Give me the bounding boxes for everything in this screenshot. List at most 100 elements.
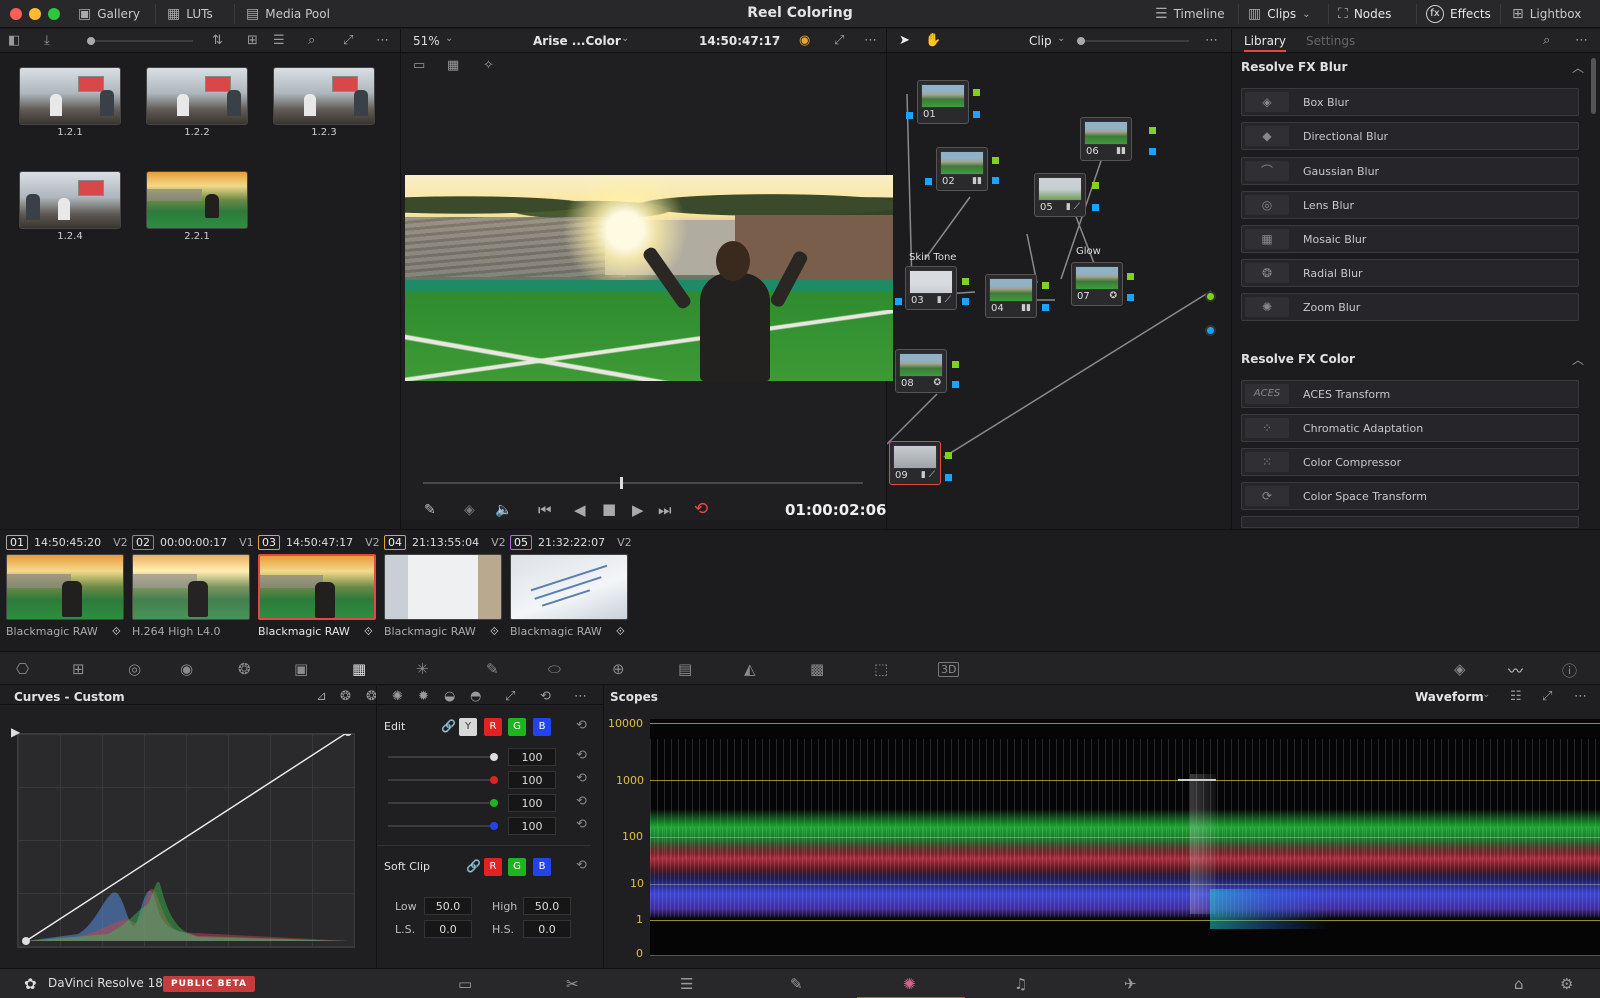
node-output-port[interactable] bbox=[962, 278, 969, 285]
node-key-port[interactable] bbox=[952, 381, 959, 388]
list-view-icon[interactable]: ☰ bbox=[273, 33, 285, 48]
gallery-still[interactable] bbox=[146, 171, 248, 229]
reset-icon[interactable]: ⟲ bbox=[576, 748, 587, 763]
home-icon[interactable]: ⌂ bbox=[1514, 975, 1524, 993]
blur-icon[interactable]: ◭ bbox=[744, 660, 756, 678]
zoom-window-button[interactable] bbox=[48, 8, 60, 20]
softclip-r-button[interactable]: R bbox=[484, 858, 502, 876]
tab-library[interactable]: Library bbox=[1244, 34, 1286, 52]
playhead[interactable] bbox=[620, 477, 623, 489]
window-icon[interactable]: ⬭ bbox=[548, 660, 561, 678]
deliver-page-icon[interactable]: ✈ bbox=[1124, 975, 1137, 993]
ls-value[interactable]: 0.0 bbox=[424, 920, 472, 938]
fx-item[interactable]: ⁙ Color Compressor bbox=[1241, 448, 1579, 476]
key-icon[interactable]: ▩ bbox=[810, 660, 824, 678]
more-options-icon[interactable]: ⋯ bbox=[376, 33, 389, 48]
volume-icon[interactable]: 🔈 bbox=[495, 502, 512, 518]
hue-vs-lum-icon[interactable]: ✺ bbox=[392, 689, 403, 704]
fx-item[interactable]: ⁘ Chromatic Adaptation bbox=[1241, 414, 1579, 442]
hue-vs-hue-icon[interactable]: ❂ bbox=[340, 689, 351, 704]
clip-link-icon[interactable]: ⟐ bbox=[364, 625, 373, 639]
scope-settings-icon[interactable]: ☷ bbox=[1510, 689, 1522, 704]
fx-item[interactable]: ▦ Mosaic Blur bbox=[1241, 225, 1579, 253]
lightbox-tab[interactable]: ⊞ Lightbox bbox=[1512, 4, 1581, 24]
y-intensity-slider[interactable] bbox=[388, 756, 496, 758]
luts-tab[interactable]: ▦ LUTs bbox=[167, 4, 213, 24]
chevron-down-icon[interactable]: ⌄ bbox=[445, 33, 453, 44]
fullscreen-icon[interactable]: ⤢ bbox=[834, 33, 844, 48]
fx-item[interactable]: ACES ACES Transform bbox=[1241, 380, 1579, 408]
camera-raw-icon[interactable]: ⎔ bbox=[16, 660, 29, 678]
chevron-down-icon[interactable]: ⌄ bbox=[1057, 33, 1065, 44]
motion-effects-icon[interactable]: ▣ bbox=[294, 660, 308, 678]
split-view-icon[interactable]: ▦ bbox=[447, 58, 459, 73]
node-zoom-slider[interactable] bbox=[1079, 40, 1189, 42]
fx-item[interactable]: ◆ Directional Blur bbox=[1241, 122, 1579, 150]
sort-icon[interactable]: ⇅ bbox=[212, 33, 223, 48]
search-icon[interactable]: ⌕ bbox=[308, 33, 315, 48]
clips-tab[interactable]: ▥ Clips ⌄ bbox=[1248, 4, 1311, 24]
node-output-port[interactable] bbox=[973, 89, 980, 96]
edit-page-icon[interactable]: ☰ bbox=[680, 975, 693, 993]
y-intensity-value[interactable]: 100 bbox=[508, 748, 556, 766]
curves-icon[interactable]: ▦ bbox=[352, 660, 366, 678]
reset-icon[interactable]: ⟲ bbox=[576, 858, 587, 873]
sidebar-toggle-icon[interactable]: ◧ bbox=[8, 33, 20, 48]
lum-vs-sat-icon[interactable]: ✹ bbox=[418, 689, 429, 704]
chevron-down-icon[interactable]: ⌄ bbox=[621, 33, 629, 44]
rgb-mixer-icon[interactable]: ❂ bbox=[238, 660, 251, 678]
node-02[interactable]: 02 ▮▮ bbox=[936, 147, 988, 191]
media-page-icon[interactable]: ▭ bbox=[458, 975, 472, 993]
node-mode-selector[interactable]: Clip bbox=[1029, 34, 1052, 48]
clip-link-icon[interactable]: ⟐ bbox=[112, 625, 121, 639]
magic-wand-icon[interactable]: ✧ bbox=[483, 58, 494, 73]
qualifier-icon[interactable]: ✎ bbox=[486, 660, 499, 678]
fx-item[interactable]: ⟳ Color Space Transform bbox=[1241, 482, 1579, 510]
fusion-page-icon[interactable]: ✎ bbox=[790, 975, 803, 993]
step-back-icon[interactable]: ◀ bbox=[574, 501, 586, 519]
scope-mode-selector[interactable]: Waveform bbox=[1415, 690, 1484, 704]
reset-icon[interactable]: ⟲ bbox=[576, 817, 587, 832]
color-page-icon[interactable]: ✺ bbox=[903, 975, 916, 993]
skip-start-icon[interactable]: ⏮ bbox=[538, 501, 552, 519]
more-options-icon[interactable]: ⋯ bbox=[1574, 689, 1587, 704]
node-key-port[interactable] bbox=[962, 298, 969, 305]
node-input-port[interactable] bbox=[925, 178, 932, 185]
play-icon[interactable]: ▶ bbox=[632, 501, 644, 519]
r-intensity-slider[interactable] bbox=[388, 779, 496, 781]
effects-tab[interactable]: fx Effects bbox=[1426, 4, 1491, 24]
expand-icon[interactable]: ⤢ bbox=[343, 33, 353, 48]
fx-item[interactable]: ✺ Zoom Blur bbox=[1241, 293, 1579, 321]
tree-output-rgb[interactable] bbox=[1205, 291, 1216, 302]
node-output-port[interactable] bbox=[945, 452, 952, 459]
fx-item[interactable]: ◈ Box Blur bbox=[1241, 88, 1579, 116]
expand-icon[interactable]: ⤢ bbox=[505, 689, 515, 704]
hdr-wheels-icon[interactable]: ◉ bbox=[180, 660, 193, 678]
magic-mask-icon[interactable]: ▤ bbox=[678, 660, 692, 678]
timeline-tab[interactable]: ☰ Timeline bbox=[1155, 4, 1225, 24]
expand-icon[interactable]: ⤢ bbox=[1542, 689, 1552, 704]
gallery-still[interactable] bbox=[19, 67, 121, 125]
b-intensity-value[interactable]: 100 bbox=[508, 817, 556, 835]
clip-thumbnail-03-selected[interactable] bbox=[258, 554, 376, 620]
node-output-port[interactable] bbox=[992, 157, 999, 164]
node-input-port[interactable] bbox=[895, 298, 902, 305]
g-intensity-slider[interactable] bbox=[388, 802, 496, 804]
scopes-icon[interactable]: 〰 bbox=[1508, 660, 1523, 681]
chevron-down-icon[interactable]: ⌄ bbox=[1482, 689, 1490, 700]
settings-gear-icon[interactable]: ⚙ bbox=[1560, 975, 1573, 993]
thumbnail-size-slider[interactable] bbox=[88, 40, 193, 42]
slider-knob[interactable] bbox=[87, 37, 95, 45]
color-wheel-icon[interactable]: ◉ bbox=[799, 33, 810, 48]
link-icon[interactable]: 🔗 bbox=[466, 859, 481, 873]
node-output-port[interactable] bbox=[1149, 127, 1156, 134]
collapse-icon[interactable]: ︿ bbox=[1572, 351, 1584, 368]
clip-thumbnail-02[interactable] bbox=[132, 554, 250, 620]
node-05[interactable]: 05 ▮ ⟋ bbox=[1034, 173, 1086, 217]
clip-link-icon[interactable]: ⟐ bbox=[616, 625, 625, 639]
search-icon[interactable]: ⌕ bbox=[1543, 33, 1550, 48]
node-key-port[interactable] bbox=[1042, 304, 1049, 311]
fx-item[interactable]: ⌒ Gaussian Blur bbox=[1241, 157, 1579, 185]
sat-vs-lum-icon[interactable]: ◓ bbox=[470, 689, 481, 704]
node-output-port[interactable] bbox=[1042, 282, 1049, 289]
